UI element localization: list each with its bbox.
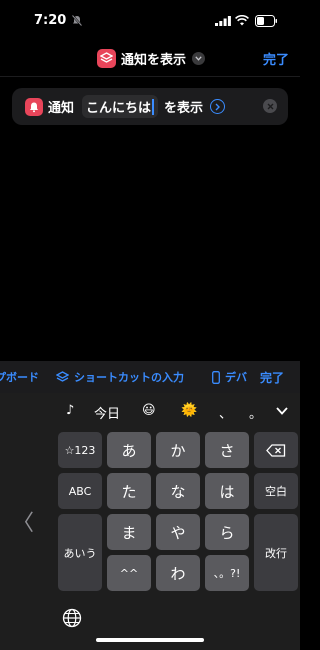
side-chevron-icon[interactable]: 〈 — [12, 505, 34, 537]
nav-title-group[interactable]: 通知を表示 — [97, 47, 206, 69]
key-label: や — [170, 523, 186, 542]
number-mode-key[interactable]: ☆123 — [58, 432, 102, 468]
bell-slash-icon — [72, 15, 82, 26]
key-emoticon[interactable]: ^^ — [107, 555, 151, 591]
clipboard-label: クリップボード — [0, 371, 39, 384]
key-ma[interactable]: ま — [107, 514, 151, 550]
key-label: は — [219, 482, 235, 501]
candidate-item[interactable]: 、 — [219, 403, 232, 422]
key-label: わ — [170, 564, 186, 583]
message-token[interactable]: こんにちは — [82, 95, 159, 118]
key-wa[interactable]: わ — [156, 555, 200, 591]
nav-divider — [0, 76, 300, 77]
kana-mode-key[interactable]: あいう — [58, 514, 102, 591]
candidate-item[interactable]: ♪ — [66, 403, 74, 418]
keyboard-accessory-bar: クリップボード ショートカットの入力 デバ 完了 — [0, 361, 300, 393]
text-caret — [152, 98, 155, 115]
return-key[interactable]: 改行 — [254, 514, 298, 591]
globe-icon[interactable] — [62, 608, 82, 628]
signal-icon — [215, 16, 231, 26]
accessory-done-label: 完了 — [260, 370, 285, 385]
key-sa[interactable]: さ — [205, 432, 249, 468]
phone-icon — [212, 370, 220, 384]
japanese-keyboard: ♪ 今日 😃 🌞 、 。 〈 ☆123 あ か さ ABC た な は 空白 あ… — [0, 393, 300, 650]
kana-mode-label: あいう — [63, 546, 97, 560]
key-label: た — [121, 482, 137, 501]
accessory-done-button[interactable]: 完了 — [260, 361, 284, 393]
message-text[interactable]: こんにちは — [86, 97, 151, 116]
action-label: 通知 — [48, 101, 75, 116]
candidate-item[interactable]: 今日 — [94, 403, 120, 422]
battery-icon — [255, 15, 277, 27]
wifi-icon — [235, 15, 249, 26]
device-button[interactable]: デバ — [212, 361, 247, 393]
key-label: あ — [121, 441, 137, 460]
chevron-down-icon[interactable] — [192, 51, 206, 65]
chevron-down-icon[interactable] — [276, 407, 288, 415]
bell-icon — [25, 97, 43, 116]
key-label: ら — [219, 523, 235, 542]
shortcuts-icon — [97, 48, 116, 68]
key-ra[interactable]: ら — [205, 514, 249, 550]
key-ya[interactable]: や — [156, 514, 200, 550]
key-label: 、。?! — [213, 567, 241, 580]
key-punctuation[interactable]: 、。?! — [205, 555, 249, 591]
action-suffix: を表示 — [164, 101, 204, 116]
show-notification-action[interactable]: 通知 こんにちは を表示 — [12, 88, 288, 125]
key-label: な — [170, 482, 186, 501]
status-time: 7:20 — [34, 13, 67, 28]
space-key[interactable]: 空白 — [254, 473, 298, 509]
key-label: ^^ — [119, 566, 139, 580]
key-ha[interactable]: は — [205, 473, 249, 509]
space-label: 空白 — [265, 485, 287, 498]
page-title: 通知を表示 — [121, 52, 187, 68]
clipboard-button[interactable]: クリップボード — [0, 361, 39, 393]
device-label: デバ — [225, 371, 247, 384]
delete-icon — [266, 443, 286, 457]
candidate-item[interactable]: 。 — [249, 403, 262, 422]
expand-arrow-icon[interactable] — [210, 99, 226, 114]
key-ka[interactable]: か — [156, 432, 200, 468]
key-label: か — [170, 441, 186, 460]
key-label: さ — [219, 441, 235, 460]
key-a[interactable]: あ — [107, 432, 151, 468]
clear-icon[interactable] — [263, 99, 277, 113]
shortcuts-layers-icon — [56, 370, 69, 382]
done-button[interactable]: 完了 — [263, 49, 289, 68]
abc-mode-label: ABC — [68, 484, 92, 498]
candidate-item[interactable]: 😃 — [142, 403, 156, 418]
key-label: ま — [121, 523, 137, 542]
key-na[interactable]: な — [156, 473, 200, 509]
abc-mode-key[interactable]: ABC — [58, 473, 102, 509]
return-label: 改行 — [265, 546, 287, 560]
status-bar: 7:20 — [0, 0, 300, 42]
shortcut-input-button[interactable]: ショートカットの入力 — [56, 361, 184, 393]
key-ta[interactable]: た — [107, 473, 151, 509]
number-mode-label: ☆123 — [64, 443, 96, 457]
candidate-bar: ♪ 今日 😃 🌞 、 。 — [0, 393, 300, 431]
home-indicator[interactable] — [96, 638, 204, 642]
candidate-item[interactable]: 🌞 — [181, 403, 197, 418]
shortcut-input-label: ショートカットの入力 — [74, 371, 184, 384]
delete-key[interactable] — [254, 432, 298, 468]
